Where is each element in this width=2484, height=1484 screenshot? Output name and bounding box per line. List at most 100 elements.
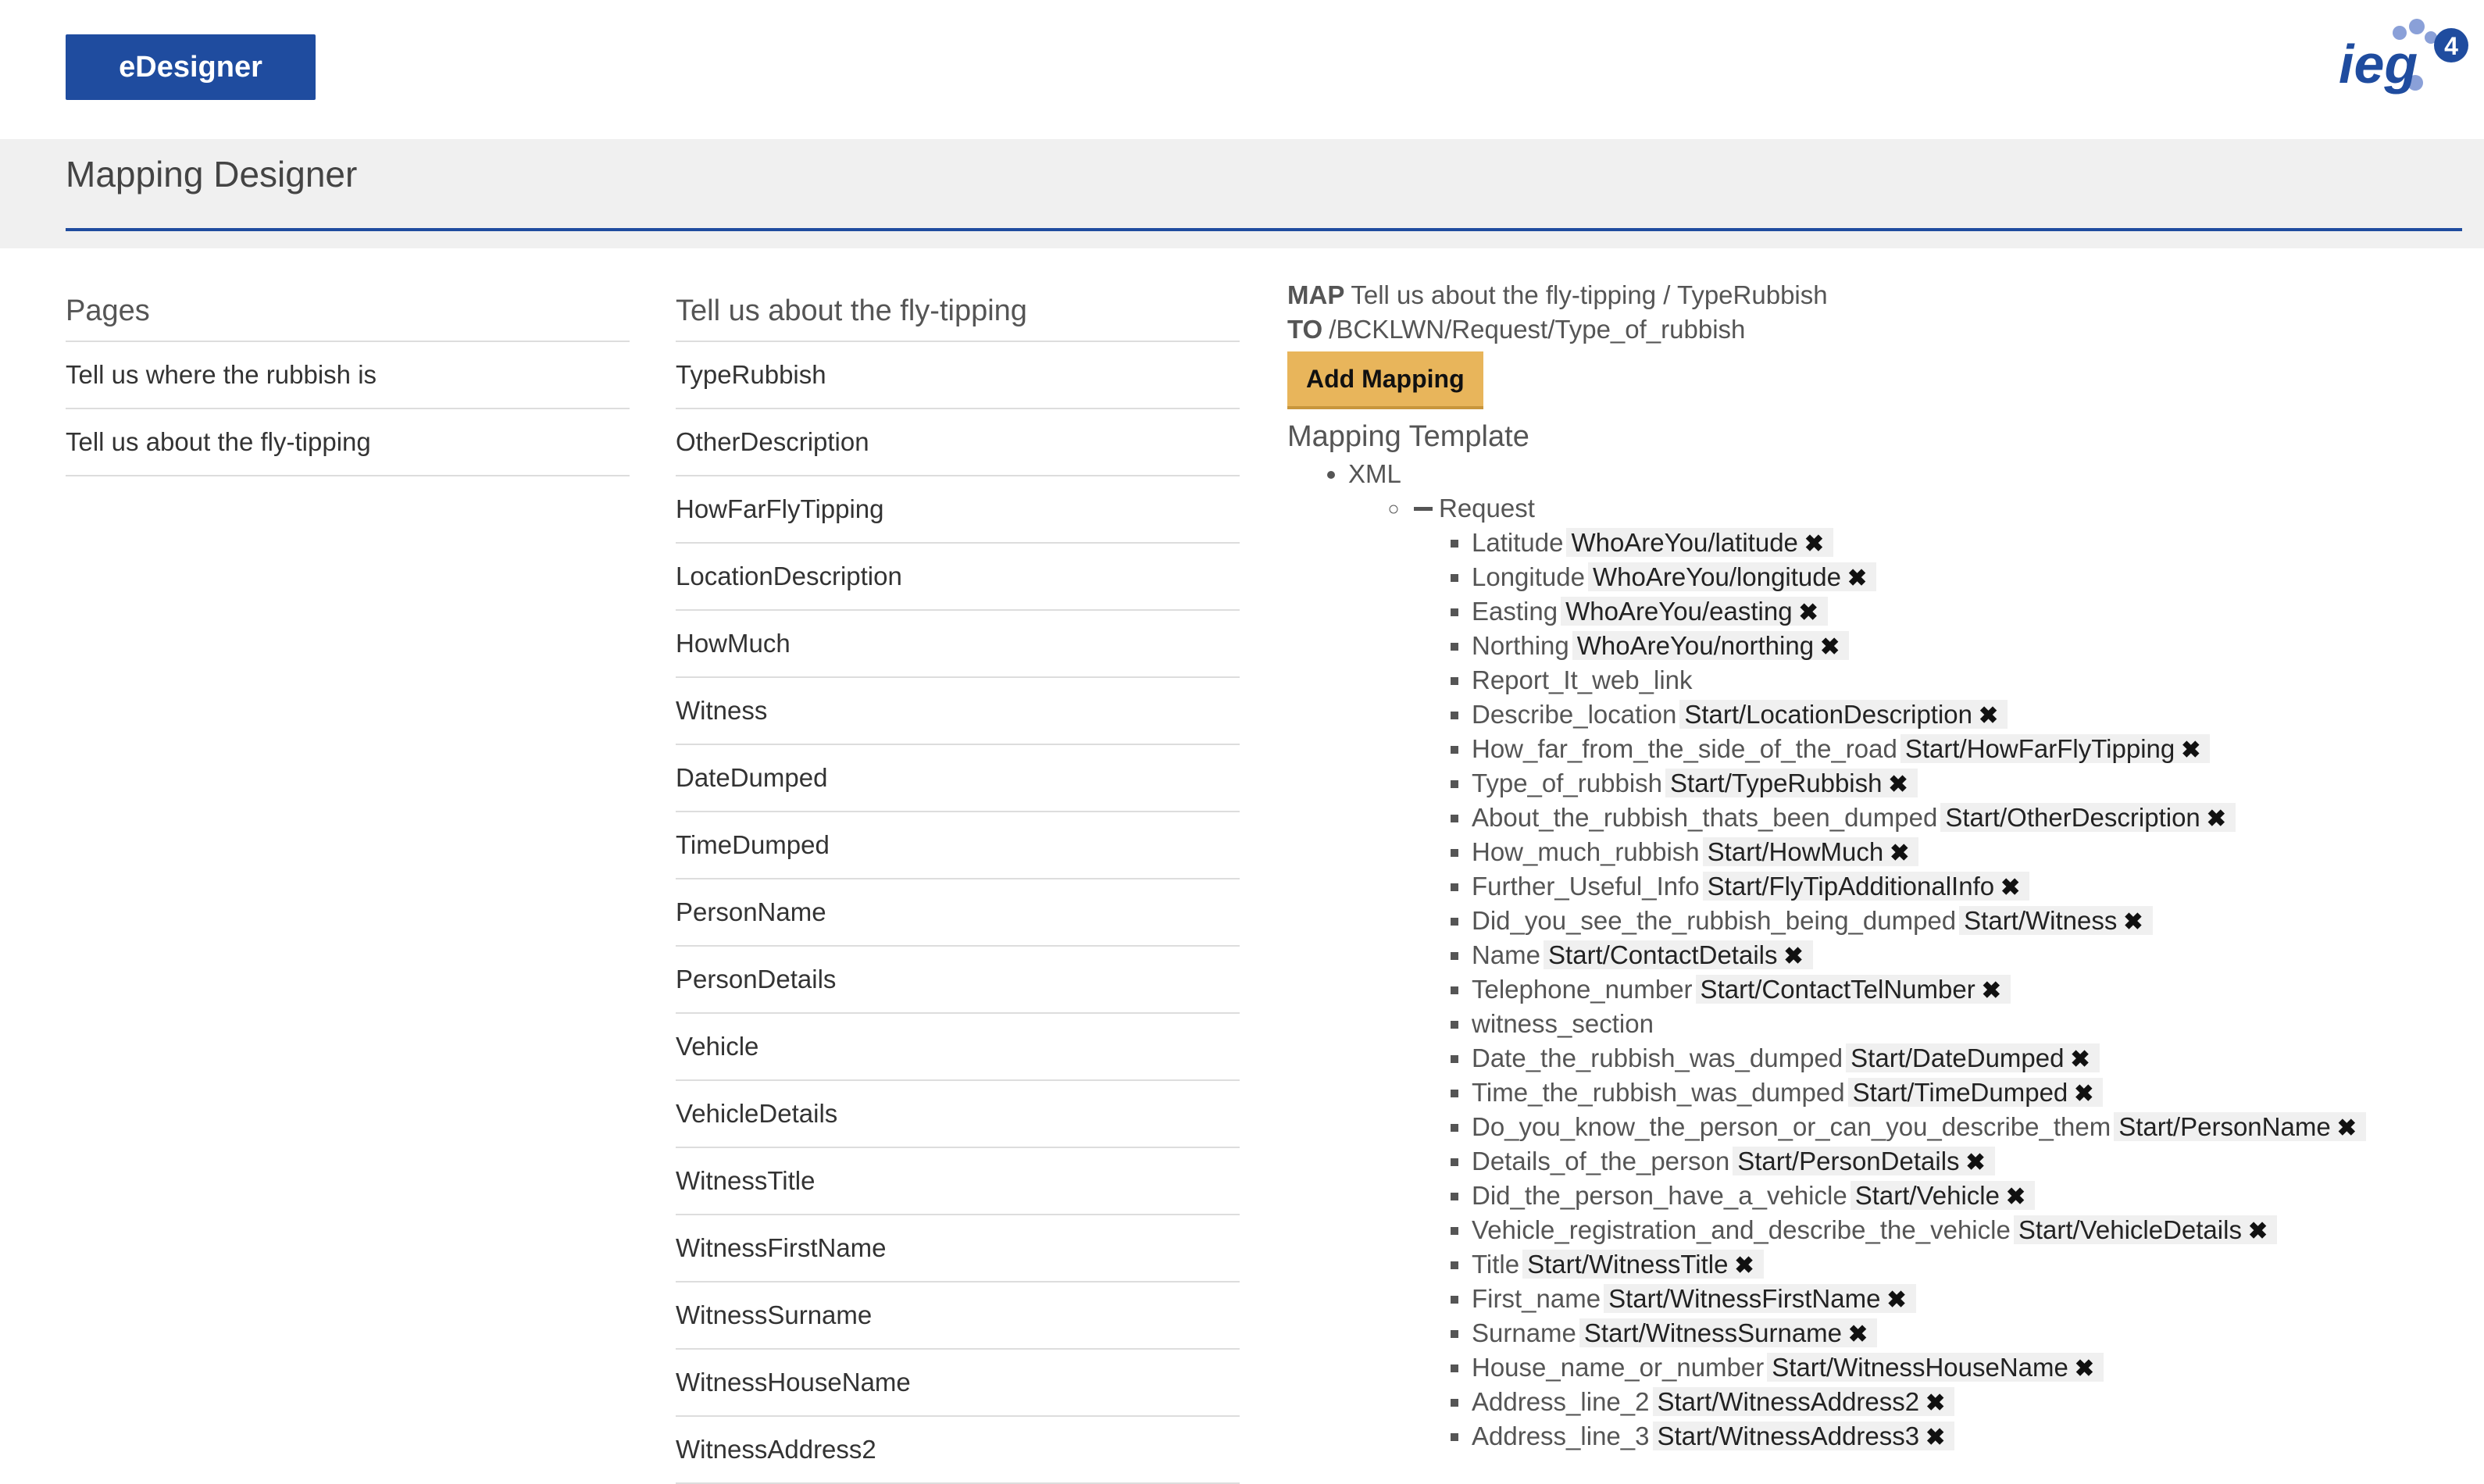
- edesigner-home-button[interactable]: eDesigner: [66, 34, 316, 100]
- field-item[interactable]: Witness: [676, 678, 1240, 745]
- remove-mapping-icon[interactable]: ✖: [2000, 875, 2020, 901]
- mapping-entry: Describe_locationStart/LocationDescripti…: [1472, 697, 2459, 732]
- mapping-entry: Address_line_3Start/WitnessAddress3✖: [1472, 1419, 2459, 1454]
- mapping-entry-name[interactable]: Details_of_the_person: [1472, 1147, 1729, 1175]
- remove-mapping-icon[interactable]: ✖: [2123, 909, 2143, 935]
- remove-mapping-icon[interactable]: ✖: [1820, 634, 1840, 660]
- svg-text:4: 4: [2444, 32, 2458, 60]
- field-item[interactable]: VehicleDetails: [676, 1081, 1240, 1148]
- top-bar: eDesigner 4 ieg: [0, 0, 2484, 139]
- svg-text:ieg: ieg: [2339, 34, 2418, 95]
- mapping-entry-name[interactable]: How_much_rubbish: [1472, 837, 1700, 866]
- mapping-entry-name[interactable]: How_far_from_the_side_of_the_road: [1472, 734, 1897, 763]
- mapping-entry-name[interactable]: First_name: [1472, 1284, 1601, 1313]
- mapping-entry-name[interactable]: Describe_location: [1472, 700, 1676, 729]
- remove-mapping-icon[interactable]: ✖: [2006, 1184, 2025, 1210]
- remove-mapping-icon[interactable]: ✖: [1890, 840, 1909, 866]
- mapping-template-heading: Mapping Template: [1287, 420, 1529, 453]
- field-item[interactable]: WitnessTitle: [676, 1148, 1240, 1215]
- field-item[interactable]: HowMuch: [676, 611, 1240, 678]
- mapping-entry-target: WhoAreYou/easting ✖: [1561, 597, 1828, 626]
- page-item[interactable]: Tell us about the fly-tipping: [66, 409, 630, 476]
- remove-mapping-icon[interactable]: ✖: [1847, 565, 1867, 591]
- field-item[interactable]: HowFarFlyTipping: [676, 476, 1240, 544]
- remove-mapping-icon[interactable]: ✖: [1889, 772, 1908, 797]
- field-item[interactable]: OtherDescription: [676, 409, 1240, 476]
- field-item[interactable]: WitnessFirstName: [676, 1215, 1240, 1282]
- mapping-entry-name[interactable]: Do_you_know_the_person_or_can_you_descri…: [1472, 1112, 2111, 1141]
- remove-mapping-icon[interactable]: ✖: [1966, 1150, 1986, 1175]
- map-source-line: MAP Tell us about the fly-tipping / TypeR…: [1287, 278, 2459, 312]
- remove-mapping-icon[interactable]: ✖: [1734, 1253, 1754, 1279]
- mapping-entry-name[interactable]: Title: [1472, 1250, 1519, 1279]
- field-item[interactable]: TypeRubbish: [676, 342, 1240, 409]
- fields-column: Tell us about the fly-tipping TypeRubbis…: [676, 281, 1240, 1484]
- mapping-entry: Report_It_web_link: [1472, 663, 2459, 697]
- mapping-entry-name[interactable]: Type_of_rubbish: [1472, 769, 1662, 797]
- add-mapping-button[interactable]: Add Mapping: [1287, 351, 1483, 409]
- remove-mapping-icon[interactable]: ✖: [1804, 531, 1824, 557]
- mapping-entry-target-value: WhoAreYou/latitude: [1571, 528, 1798, 557]
- remove-mapping-icon[interactable]: ✖: [2207, 806, 2226, 832]
- remove-mapping-icon[interactable]: ✖: [1799, 600, 1818, 626]
- remove-mapping-icon[interactable]: ✖: [1982, 978, 2001, 1004]
- mapping-entry-name[interactable]: Further_Useful_Info: [1472, 872, 1700, 901]
- mapping-entry-target-value: Start/DateDumped: [1851, 1043, 2065, 1072]
- mapping-entry: SurnameStart/WitnessSurname✖: [1472, 1316, 2459, 1350]
- remove-mapping-icon[interactable]: ✖: [2070, 1047, 2090, 1072]
- mapping-entry-name[interactable]: Latitude: [1472, 528, 1563, 557]
- remove-mapping-icon[interactable]: ✖: [1979, 703, 1998, 729]
- mapping-entry-name[interactable]: Did_you_see_the_rubbish_being_dumped: [1472, 906, 1956, 935]
- mapping-entry: First_nameStart/WitnessFirstName✖: [1472, 1282, 2459, 1316]
- mapping-entry-name[interactable]: Did_the_person_have_a_vehicle: [1472, 1181, 1847, 1210]
- mapping-entry-name[interactable]: Report_It_web_link: [1472, 665, 1693, 694]
- mapping-entry-target-value: Start/Witness: [1964, 906, 2118, 935]
- remove-mapping-icon[interactable]: ✖: [2074, 1081, 2093, 1107]
- mapping-entry-name[interactable]: Telephone_number: [1472, 975, 1693, 1004]
- remove-mapping-icon[interactable]: ✖: [2075, 1356, 2094, 1382]
- field-item[interactable]: WitnessAddress2: [676, 1417, 1240, 1484]
- collapse-icon[interactable]: [1414, 506, 1433, 511]
- mapping-entry-name[interactable]: Date_the_rubbish_was_dumped: [1472, 1043, 1843, 1072]
- remove-mapping-icon[interactable]: ✖: [1925, 1425, 1945, 1450]
- remove-mapping-icon[interactable]: ✖: [1848, 1322, 1868, 1347]
- mapping-entry-target-value: WhoAreYou/northing: [1576, 631, 1815, 660]
- tree-node-request-label: Request: [1439, 494, 1535, 523]
- mapping-entry-name[interactable]: Easting: [1472, 597, 1558, 626]
- mapping-entry-name[interactable]: Northing: [1472, 631, 1569, 660]
- mapping-entry-name[interactable]: House_name_or_number: [1472, 1353, 1764, 1382]
- field-item[interactable]: LocationDescription: [676, 544, 1240, 611]
- to-keyword: TO: [1287, 315, 1323, 344]
- mapping-entry-name[interactable]: witness_section: [1472, 1009, 1654, 1038]
- mapping-entry-target-value: Start/WitnessSurname: [1583, 1318, 1843, 1347]
- page-item[interactable]: Tell us where the rubbish is: [66, 342, 630, 409]
- mapping-entry: About_the_rubbish_thats_been_dumpedStart…: [1472, 801, 2459, 835]
- mapping-entry-name[interactable]: Surname: [1472, 1318, 1576, 1347]
- remove-mapping-icon[interactable]: ✖: [2248, 1218, 2268, 1244]
- mapping-entry-target: Start/LocationDescription ✖: [1679, 700, 2008, 729]
- mapping-entry-target-value: Start/HowFarFlyTipping: [1904, 734, 2175, 763]
- mapping-entry: Details_of_the_personStart/PersonDetails…: [1472, 1144, 2459, 1179]
- remove-mapping-icon[interactable]: ✖: [2181, 737, 2200, 763]
- field-item[interactable]: TimeDumped: [676, 812, 1240, 879]
- mapping-entry-name[interactable]: Longitude: [1472, 562, 1585, 591]
- mapping-entry-name[interactable]: Name: [1472, 940, 1540, 969]
- tree-node-xml: XML Request LatitudeWhoAreYou/latitude✖L…: [1348, 457, 2459, 1454]
- remove-mapping-icon[interactable]: ✖: [2337, 1115, 2357, 1141]
- field-item[interactable]: PersonDetails: [676, 947, 1240, 1014]
- mapping-entry-name[interactable]: About_the_rubbish_thats_been_dumped: [1472, 803, 1937, 832]
- field-item[interactable]: DateDumped: [676, 745, 1240, 812]
- mapping-entry-name[interactable]: Address_line_2: [1472, 1387, 1650, 1416]
- remove-mapping-icon[interactable]: ✖: [1784, 944, 1804, 969]
- remove-mapping-icon[interactable]: ✖: [1886, 1287, 1906, 1313]
- mapping-entry-name[interactable]: Vehicle_registration_and_describe_the_ve…: [1472, 1215, 2011, 1244]
- mapping-entry-name[interactable]: Address_line_3: [1472, 1422, 1650, 1450]
- field-item[interactable]: WitnessSurname: [676, 1282, 1240, 1350]
- map-source-value: Tell us about the fly-tipping / TypeRubb…: [1351, 280, 1828, 309]
- remove-mapping-icon[interactable]: ✖: [1925, 1390, 1945, 1416]
- mapping-entry-name[interactable]: Time_the_rubbish_was_dumped: [1472, 1078, 1845, 1107]
- field-item[interactable]: WitnessHouseName: [676, 1350, 1240, 1417]
- field-item[interactable]: Vehicle: [676, 1014, 1240, 1081]
- field-item[interactable]: PersonName: [676, 879, 1240, 947]
- mapping-entry-target: Start/WitnessFirstName ✖: [1604, 1284, 1916, 1313]
